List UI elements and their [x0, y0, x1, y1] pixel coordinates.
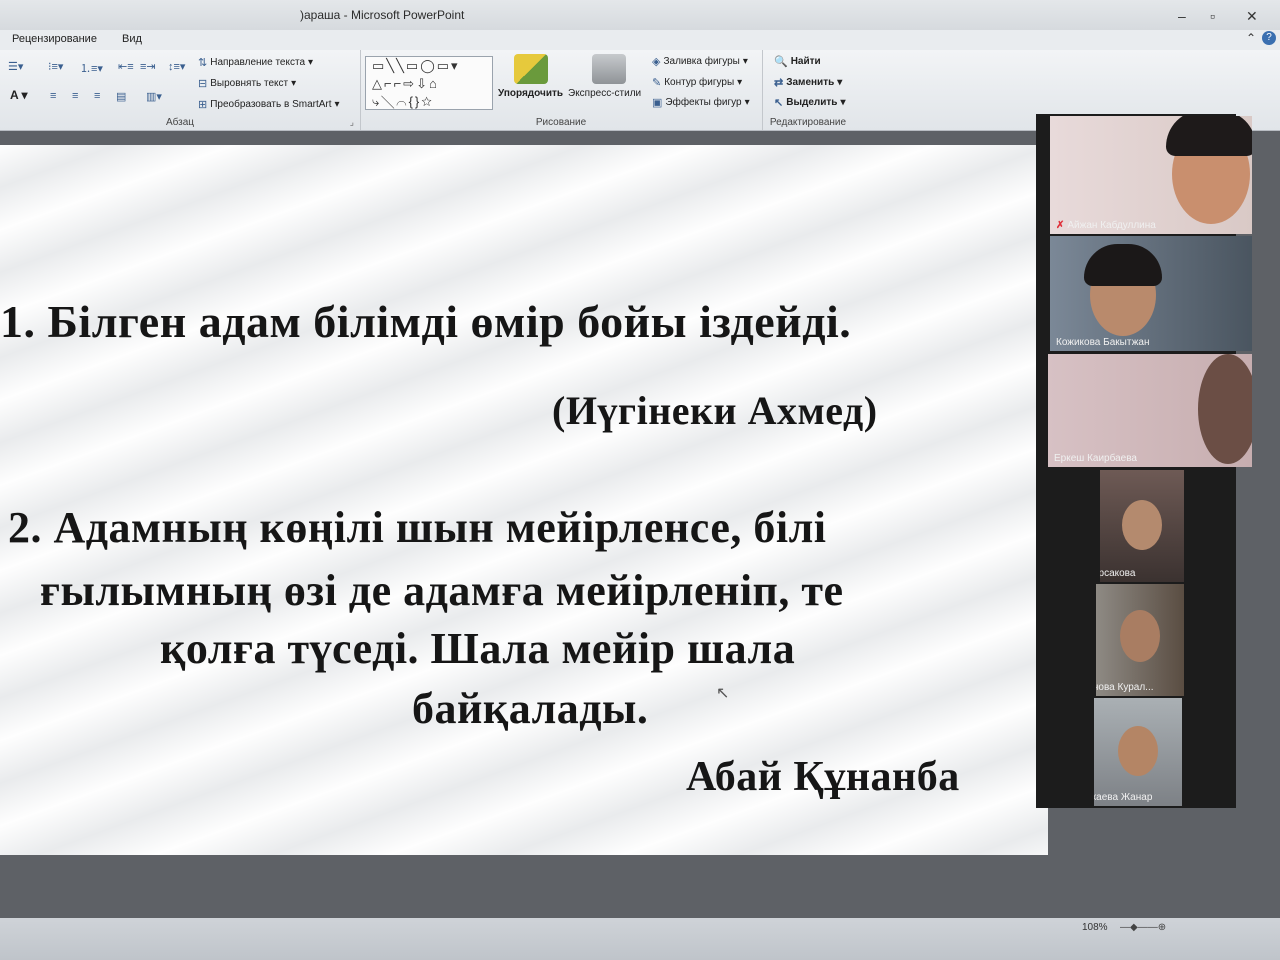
quick-styles-icon[interactable]: [592, 54, 626, 84]
shape-effects-button[interactable]: ▣ Эффекты фигур ▾: [652, 96, 750, 109]
quote-1: 1. Білген адам білімді өмір бойы іздейді…: [0, 296, 852, 347]
participant-hair: [1084, 244, 1162, 286]
quick-styles-button[interactable]: Экспресс-стили: [568, 88, 641, 99]
quote-2-line-1: 2. Адамның көңілі шын мейірленсе, білі: [8, 503, 827, 552]
mic-muted-icon: ✗: [1056, 220, 1065, 231]
participant-name: ✗Мусахаева Жанар: [1094, 792, 1153, 803]
align-center-icon[interactable]: ≡: [72, 90, 78, 102]
arrange-button[interactable]: Упорядочить: [498, 88, 563, 99]
shape-outline-label: Контур фигуры: [664, 77, 735, 88]
decrease-indent-icon[interactable]: ⇤≡: [118, 60, 134, 73]
replace-label: Заменить: [786, 77, 835, 88]
drawing-group-label: Рисование: [535, 117, 587, 128]
quote-2-line-3: қолға түседі. Шала мейір шала: [160, 624, 796, 673]
participant-video: [1122, 500, 1162, 550]
shape-effects-label: Эффекты фигур: [665, 97, 742, 108]
quote-2-line-4: байқалады.: [412, 684, 649, 733]
bullets-icon[interactable]: ⁝≡▾: [48, 60, 63, 73]
drawing-group: ▭╲╲▭◯▭▾ △⌐⌐⇨⇩⌂ ⤷╲⌒{}☆ Упорядочить Экспре…: [360, 50, 763, 130]
mouse-cursor-icon: ↖: [716, 685, 730, 702]
participant-video: [1120, 610, 1160, 662]
participant-name: Еркеш Каирбаева: [1054, 453, 1137, 464]
zoom-slider[interactable]: —◆——⊕: [1120, 922, 1166, 933]
align-right-icon[interactable]: ≡: [94, 90, 100, 102]
participant-tile[interactable]: Еркеш Каирбаева: [1048, 354, 1252, 467]
participant-name: ✗ Айжан Кабдуллина: [1056, 220, 1156, 231]
slide[interactable]: 1. Білген адам білімді өмір бойы іздейді…: [0, 145, 1048, 855]
quote-2-line-2: ғылымның өзі де адамға мейірленіп, те: [40, 566, 844, 615]
replace-button[interactable]: ⇄ Заменить ▾: [774, 76, 842, 89]
participant-tile[interactable]: ✗Акрамханова Курал...: [1096, 584, 1184, 696]
select-label: Выделить: [786, 97, 838, 108]
text-direction-label: Направление текста: [210, 57, 306, 68]
participant-tile[interactable]: ✗Мусахаева Жанар: [1094, 698, 1182, 806]
shape-fill-label: Заливка фигуры: [663, 56, 740, 67]
numbering-icon[interactable]: ⒈≡▾: [80, 60, 103, 76]
paragraph-dialog-launcher-icon[interactable]: ⌟: [350, 117, 354, 128]
justify-icon[interactable]: ▤: [116, 90, 126, 103]
convert-smartart-label: Преобразовать в SmartArt: [210, 99, 332, 110]
font-color-icon[interactable]: A ▾: [10, 88, 28, 102]
editing-group-label: Редактирование: [769, 117, 847, 128]
text-direction-button[interactable]: ⇅ Направление текста ▾: [198, 56, 313, 69]
tab-review[interactable]: Рецензирование: [12, 33, 97, 45]
find-button[interactable]: 🔍 Найти: [774, 55, 821, 68]
shapes-row-3: ⤷╲⌒{}☆: [372, 94, 434, 109]
participant-name: Жадыра Арсакова: [1100, 568, 1136, 579]
video-participants-panel: ✗ Айжан Кабдуллина Кожикова Бакытжан Ерке…: [1036, 114, 1252, 808]
editing-group: 🔍 Найти ⇄ Заменить ▾ ↖ Выделить ▾ Редактиро…: [762, 50, 854, 130]
shape-fill-button[interactable]: ◈ Заливка фигуры ▾: [652, 55, 748, 68]
participant-name: ✗Акрамханова Курал...: [1096, 682, 1154, 693]
zoom-level[interactable]: 108%: [1082, 922, 1108, 933]
title-bar: )араша - Microsoft PowerPoint – ▫ ✕: [0, 0, 1280, 30]
status-bar: 108% —◆——⊕: [0, 918, 1280, 960]
quote-1-author: (Иүгінеки Ахмед): [552, 388, 878, 433]
minimize-ribbon-icon[interactable]: ⌃: [1246, 31, 1256, 45]
minimize-button[interactable]: –: [1178, 8, 1186, 24]
align-left-icon[interactable]: ≡: [50, 90, 56, 102]
shape-outline-button[interactable]: ✎ Контур фигуры ▾: [652, 76, 742, 89]
participant-hair: [1166, 116, 1252, 156]
tab-view[interactable]: Вид: [122, 33, 142, 45]
shapes-row-1: ▭╲╲▭◯▭▾: [372, 58, 460, 73]
select-button[interactable]: ↖ Выделить ▾: [774, 96, 845, 109]
shapes-row-2: △⌐⌐⇨⇩⌂: [372, 76, 439, 91]
close-button[interactable]: ✕: [1246, 8, 1258, 25]
increase-indent-icon[interactable]: ≡⇥: [140, 60, 156, 73]
participant-tile[interactable]: ✗ Айжан Кабдуллина: [1050, 116, 1252, 234]
quote-2-author: Абай Құнанба: [686, 754, 960, 800]
align-text-button[interactable]: ⊟ Выровнять текст ▾: [198, 77, 296, 90]
paragraph-group-label: Абзац: [165, 117, 195, 128]
ribbon-tabs: Рецензирование Вид ⌃ ?: [0, 30, 1280, 50]
help-icon[interactable]: ?: [1262, 31, 1276, 45]
participant-tile[interactable]: Жадыра Арсакова: [1100, 470, 1184, 582]
participant-video: [1198, 354, 1252, 464]
shapes-gallery[interactable]: ▭╲╲▭◯▭▾ △⌐⌐⇨⇩⌂ ⤷╲⌒{}☆: [365, 56, 493, 110]
columns-icon[interactable]: ▥▾: [146, 90, 162, 103]
participant-video: [1118, 726, 1158, 776]
arrange-icon[interactable]: [514, 54, 548, 84]
participant-tile[interactable]: Кожикова Бакытжан: [1050, 236, 1252, 351]
restore-button[interactable]: ▫: [1210, 8, 1215, 24]
participant-name: Кожикова Бакытжан: [1056, 337, 1150, 348]
window-title: )араша - Microsoft PowerPoint: [300, 8, 465, 22]
convert-smartart-button[interactable]: ⊞ Преобразовать в SmartArt ▾: [198, 98, 340, 111]
align-text-label: Выровнять текст: [210, 78, 289, 89]
list-bullets-icon[interactable]: ☰▾: [8, 60, 23, 73]
paragraph-group: ☰▾ ⁝≡▾ ⒈≡▾ ⇤≡ ≡⇥ ↕≡▾ A ▾ ≡ ≡ ≡ ▤ ▥▾ ⇅ Нап…: [0, 50, 361, 130]
find-label: Найти: [790, 56, 821, 67]
line-spacing-icon[interactable]: ↕≡▾: [168, 60, 185, 73]
